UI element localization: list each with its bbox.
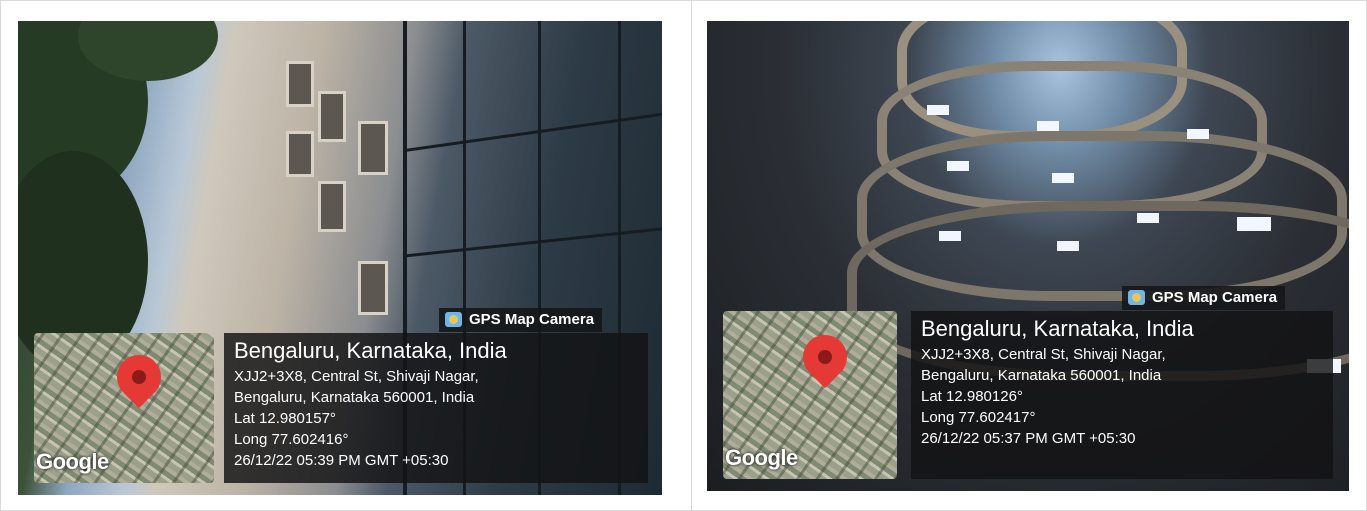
google-logo: Google (725, 445, 798, 470)
badge-label: GPS Map Camera (469, 311, 595, 328)
google-logo: Google (36, 449, 109, 474)
camera-icon (1128, 290, 1145, 305)
map-pin-icon (107, 345, 171, 409)
address-line-2: Bengaluru, Karnataka 560001, India (921, 367, 1162, 384)
photo-table: GPS Map Camera Google Bengaluru, Karnata… (0, 0, 1367, 511)
map-thumbnail: Google (34, 333, 214, 483)
ceiling-light (1137, 213, 1159, 223)
badge-label: GPS Map Camera (1152, 289, 1278, 306)
address-line-1: XJJ2+3X8, Central St, Shivaji Nagar, (921, 346, 1166, 363)
map-pin-icon (793, 325, 857, 389)
address-line-1: XJJ2+3X8, Central St, Shivaji Nagar, (234, 368, 479, 385)
location-info-panel: Bengaluru, Karnataka, India XJJ2+3X8, Ce… (911, 311, 1333, 479)
ceiling-light (1237, 217, 1271, 231)
ceiling-light (927, 105, 949, 115)
building-window (318, 181, 346, 232)
latitude: Lat 12.980126° (921, 388, 1023, 405)
location-info-panel: Bengaluru, Karnataka, India XJJ2+3X8, Ce… (224, 333, 648, 483)
building-window (318, 91, 346, 142)
building-exterior-photo: GPS Map Camera Google Bengaluru, Karnata… (18, 21, 662, 495)
timestamp: 26/12/22 05:39 PM GMT +05:30 (234, 452, 449, 469)
ceiling-light (1187, 129, 1209, 139)
gps-map-camera-badge: GPS Map Camera (1122, 286, 1286, 310)
building-window (358, 261, 388, 315)
ceiling-light (947, 161, 969, 171)
map-thumbnail: Google (723, 311, 897, 479)
timestamp: 26/12/22 05:37 PM GMT +05:30 (921, 430, 1136, 447)
building-window (358, 121, 388, 175)
ceiling-light (939, 231, 961, 241)
ceiling-light (1052, 173, 1074, 183)
address-line-2: Bengaluru, Karnataka 560001, India (234, 389, 475, 406)
building-window (286, 61, 314, 107)
location-title: Bengaluru, Karnataka, India (234, 338, 507, 363)
latitude: Lat 12.980157° (234, 410, 336, 427)
ceiling-light (1037, 121, 1059, 131)
building-window (286, 131, 314, 177)
glass-frame (403, 112, 662, 153)
ceiling-light (1057, 241, 1079, 251)
glass-frame (403, 227, 662, 258)
column-divider (691, 1, 692, 510)
longitude: Long 77.602417° (921, 409, 1036, 426)
longitude: Long 77.602416° (234, 431, 349, 448)
atrium-interior-photo: GPS Map Camera Google Bengaluru, Karnata… (707, 21, 1349, 491)
gps-map-camera-badge: GPS Map Camera (439, 308, 603, 332)
location-title: Bengaluru, Karnataka, India (921, 316, 1194, 341)
camera-icon (445, 312, 462, 327)
